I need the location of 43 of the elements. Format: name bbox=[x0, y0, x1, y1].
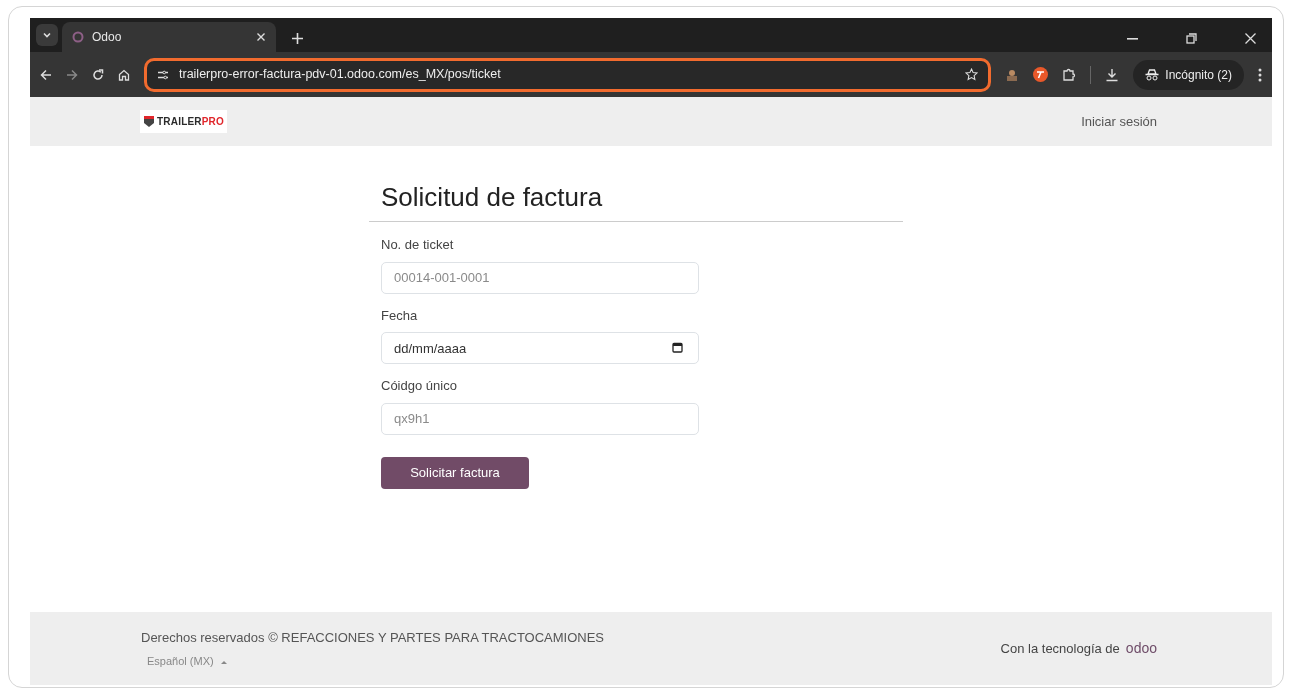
field-label: Fecha bbox=[381, 306, 418, 325]
field-label: No. de ticket bbox=[381, 236, 454, 255]
plus-icon[interactable] bbox=[292, 33, 303, 44]
minimize-icon[interactable] bbox=[1127, 37, 1138, 40]
incognito-button[interactable]: Incógnito (2) bbox=[1133, 59, 1244, 90]
tab-title: Odoo bbox=[92, 29, 123, 46]
calendar-icon[interactable] bbox=[672, 342, 683, 354]
login-link[interactable]: Iniciar sesión bbox=[1081, 111, 1157, 132]
caret-up-icon bbox=[219, 659, 228, 666]
address-bar[interactable]: trailerpro-error-factura-pdv-01.odoo.com/es_MX/pos/ticket bbox=[144, 57, 992, 92]
round-extension-icon[interactable] bbox=[1033, 67, 1049, 82]
chevron-down-icon bbox=[42, 30, 52, 40]
date-field[interactable]: dd/mm/aaaa bbox=[381, 332, 699, 365]
close-icon[interactable] bbox=[256, 32, 266, 42]
menu-icon[interactable] bbox=[1258, 67, 1262, 82]
logo-text: PRO bbox=[201, 115, 224, 129]
figure-extension-icon[interactable] bbox=[1005, 67, 1020, 82]
field-label: Cóidgo único bbox=[381, 377, 457, 396]
back-arrow-icon[interactable] bbox=[40, 68, 52, 81]
url-text: trailerpro-error-factura-pdv-01.odoo.com/es_MX/pos/ticket bbox=[179, 66, 502, 84]
copyright-text: Derechos reservados © REFACCIONES Y PARTES PARA TRACTOCAMIONES bbox=[141, 628, 605, 647]
logo-text: TRAILER bbox=[157, 115, 202, 129]
reload-icon[interactable] bbox=[92, 68, 104, 81]
powered-by-text: Con la tecnología de bbox=[1000, 639, 1120, 658]
input-field[interactable]: 00014-001-0001 bbox=[381, 261, 699, 294]
sliders-icon[interactable] bbox=[157, 68, 169, 81]
puzzle-icon[interactable] bbox=[1062, 67, 1077, 82]
home-icon[interactable] bbox=[118, 68, 130, 81]
brand-logo[interactable]: odoo bbox=[1125, 638, 1157, 659]
shield-icon bbox=[143, 115, 155, 128]
browser-tab[interactable]: Odoo bbox=[62, 22, 276, 52]
circle-icon bbox=[72, 31, 84, 43]
tab-search-button[interactable] bbox=[36, 24, 58, 46]
incognito-icon bbox=[1145, 68, 1160, 81]
close-icon[interactable] bbox=[1245, 33, 1256, 44]
download-icon[interactable] bbox=[1105, 67, 1120, 82]
page-title: Solicitud de factura bbox=[369, 182, 903, 223]
company-logo[interactable]: TRAILERPRO bbox=[140, 110, 227, 133]
submit-button[interactable]: Solicitar factura bbox=[381, 456, 529, 489]
input-field[interactable]: qx9h1 bbox=[381, 402, 699, 435]
restore-icon[interactable] bbox=[1186, 33, 1197, 44]
forward-arrow-icon[interactable] bbox=[66, 68, 78, 81]
star-icon[interactable] bbox=[965, 68, 979, 81]
